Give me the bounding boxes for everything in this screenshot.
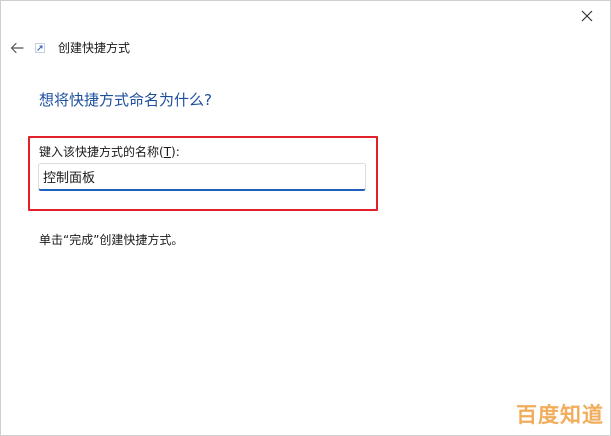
close-button[interactable] [576,5,598,27]
back-arrow-icon [10,42,24,54]
finish-hint: 单击“完成”创建快捷方式。 [39,233,184,247]
wizard-title: 创建快捷方式 [58,41,131,55]
label-text: 键入该快捷方式的名称( [39,145,164,159]
shortcut-name-label: 键入该快捷方式的名称(T): [39,143,180,160]
back-button[interactable] [7,38,27,58]
label-suffix: ): [171,145,180,159]
page-heading: 想将快捷方式命名为什么? [39,91,212,109]
shortcut-name-input[interactable] [38,163,366,191]
close-icon [581,10,593,22]
create-shortcut-window: 创建快捷方式 想将快捷方式命名为什么? 键入该快捷方式的名称(T): 单击“完成… [0,0,611,436]
label-accelerator: T [163,145,172,159]
watermark-logo: 百度知道 [516,403,604,427]
shortcut-icon [35,43,45,53]
